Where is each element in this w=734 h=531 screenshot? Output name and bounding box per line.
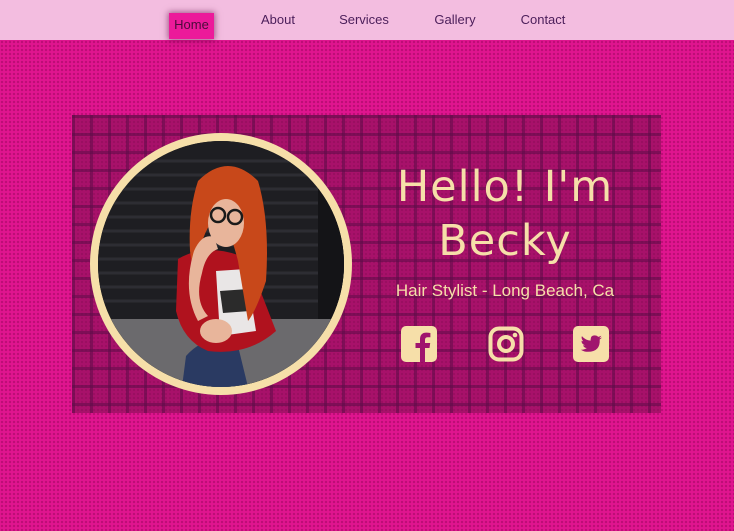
nav-about-link[interactable]: About [258,12,298,40]
nav-services-link[interactable]: Services [337,12,391,40]
instagram-icon[interactable] [488,326,524,362]
portrait-photo [98,141,344,387]
nav-home-link[interactable]: Home [169,13,214,39]
facebook-icon[interactable] [401,326,437,362]
twitter-icon[interactable] [573,326,609,362]
nav-contact-link[interactable]: Contact [517,12,569,40]
hero-subtitle: Hair Stylist - Long Beach, Ca [395,281,615,300]
avatar [98,141,344,387]
navbar: Home About Services Gallery Contact [0,0,734,40]
nav-gallery-link[interactable]: Gallery [432,12,478,40]
hero-title-line1: Hello! I'm [396,162,614,212]
hero-title-line2: Becky [438,216,572,266]
hero-title: Hello! I'm Becky [370,160,640,268]
